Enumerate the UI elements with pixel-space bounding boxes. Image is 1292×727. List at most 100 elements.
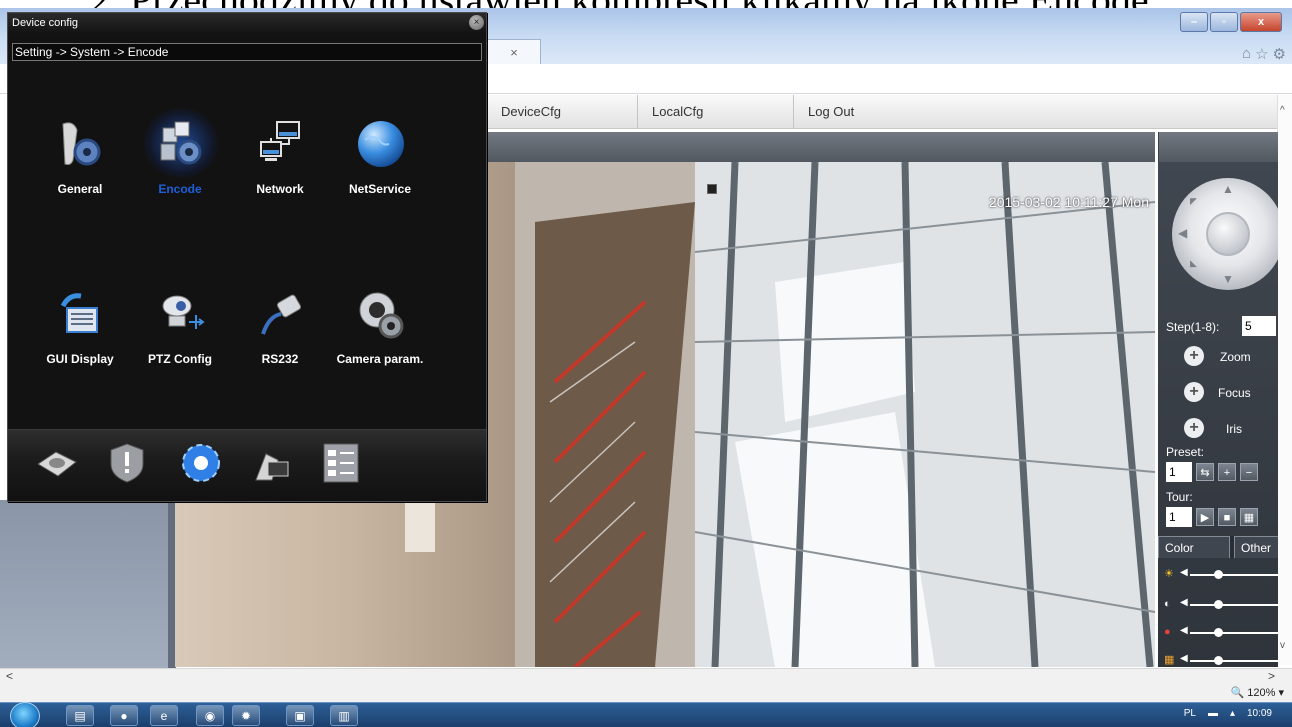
contrast-decrease-icon[interactable]: ◀ (1180, 597, 1188, 608)
zoom-indicator[interactable]: 🔍 120% ▾ (1231, 686, 1285, 699)
serial-cable-icon (261, 294, 302, 335)
chevron-down-icon[interactable]: ▾ (1278, 687, 1284, 699)
preset-label: Preset: (1166, 445, 1205, 459)
focus-near-button[interactable]: + (1184, 382, 1204, 402)
config-label-netservice: NetService (348, 182, 412, 196)
paint-taskbar-icon[interactable]: ✹ (232, 705, 260, 726)
checklist-icon[interactable] (318, 440, 364, 486)
saturation-decrease-icon[interactable]: ◀ (1180, 625, 1188, 636)
system-tray: PL ▬ ▴ 10:09 (1184, 708, 1272, 719)
video-timestamp: 2015-03-02 10:11:27 Mon (988, 194, 1149, 210)
ptz-panel-header (1158, 132, 1278, 162)
scroll-up-icon[interactable]: ^ (1280, 105, 1285, 116)
minimize-button[interactable]: – (1180, 12, 1208, 32)
iris-label: Iris (1226, 422, 1242, 436)
config-item-gui-display[interactable]: GUI Display (30, 288, 130, 398)
scroll-left-icon[interactable]: < (6, 669, 13, 683)
saturation-slider[interactable]: ● ◀ (1164, 625, 1278, 640)
network-icon[interactable]: ▬ (1208, 708, 1218, 719)
ptz-control-panel: ▲ ▼ ◀ ◤ ◣ Step(1-8): 5 + Zoom + Focus + … (1158, 162, 1278, 667)
video-panel-header (487, 132, 1155, 162)
contrast-slider[interactable]: ◐ ◀ (1164, 597, 1278, 612)
close-window-button[interactable]: x (1240, 12, 1282, 32)
camera-gear-icon (359, 292, 404, 339)
preset-input[interactable]: 1 (1166, 462, 1192, 482)
tour-play-button[interactable]: ▶ (1196, 508, 1214, 526)
saturation-icon: ● (1164, 626, 1171, 638)
globe-icon (358, 121, 404, 167)
contrast-icon: ◐ (1164, 598, 1171, 610)
focus-label: Focus (1218, 386, 1251, 400)
app-taskbar-icon[interactable]: ◉ (196, 705, 224, 726)
nav-localcfg[interactable]: LocalCfg (637, 95, 793, 129)
config-item-ptz-config[interactable]: PTZ Config (130, 288, 230, 398)
maximize-button[interactable]: ▫ (1210, 12, 1238, 32)
config-item-camera-param[interactable]: Camera param. (330, 288, 430, 398)
shield-alert-icon[interactable] (104, 440, 150, 486)
tab-color[interactable]: Color (1158, 536, 1230, 558)
dialog-close-button[interactable]: × (469, 15, 484, 30)
iris-open-button[interactable]: + (1184, 418, 1204, 438)
settings-gear-icon[interactable]: ⚙ (1273, 45, 1286, 63)
config-label-gui-display: GUI Display (46, 352, 114, 366)
firefox-taskbar-icon[interactable]: ● (110, 705, 138, 726)
tools-monitor-icon[interactable] (248, 440, 294, 486)
tab-close-button[interactable]: × (487, 39, 541, 67)
nav-devicecfg[interactable]: DeviceCfg (487, 95, 637, 129)
config-item-rs232[interactable]: RS232 (230, 288, 330, 398)
tray-expand-icon[interactable]: ▴ (1230, 708, 1235, 719)
brightness-decrease-icon[interactable]: ◀ (1180, 567, 1188, 578)
document-taskbar-icon[interactable]: ▥ (330, 705, 358, 726)
home-icon[interactable]: ⌂ (1242, 45, 1251, 63)
config-item-network[interactable]: Network (230, 118, 330, 228)
language-indicator[interactable]: PL (1184, 708, 1196, 719)
encode-blocks-icon (160, 121, 202, 165)
pan-down-left-icon[interactable]: ◣ (1190, 258, 1197, 269)
config-label-ptz-config: PTZ Config (148, 352, 212, 366)
clock[interactable]: 10:09 (1247, 708, 1272, 719)
pan-up-left-icon[interactable]: ◤ (1190, 196, 1197, 207)
scroll-right-icon[interactable]: > (1268, 669, 1275, 683)
zoom-in-button[interactable]: + (1184, 346, 1204, 366)
vertical-scrollbar[interactable]: ^ v (1277, 95, 1292, 665)
ptz-center-button[interactable] (1206, 212, 1250, 256)
webapp-nav-bar: DeviceCfg LocalCfg Log Out (487, 95, 1277, 129)
dialog-title: Device config (8, 13, 486, 33)
config-label-general: General (57, 182, 103, 196)
preset-add-button[interactable]: + (1218, 463, 1236, 481)
zoom-label: Zoom (1220, 350, 1251, 364)
pan-up-icon[interactable]: ▲ (1222, 182, 1234, 196)
hue-decrease-icon[interactable]: ◀ (1180, 653, 1188, 664)
nav-logout[interactable]: Log Out (793, 95, 953, 129)
ptz-direction-pad[interactable]: ▲ ▼ ◀ ◤ ◣ (1172, 178, 1278, 290)
explorer-taskbar-icon[interactable]: ▤ (66, 705, 94, 726)
config-item-general[interactable]: General (30, 118, 130, 228)
wrench-gear-icon (62, 122, 101, 166)
preset-goto-button[interactable]: ⇆ (1196, 463, 1214, 481)
tour-label: Tour: (1166, 490, 1193, 504)
browser-toolbar-icons: ⌂ ☆ ⚙ (1242, 45, 1286, 63)
scroll-down-icon[interactable]: v (1280, 640, 1285, 651)
device-config-dialog: Device config × Setting -> System -> Enc… (7, 12, 487, 502)
config-item-netservice[interactable]: NetService (330, 118, 430, 228)
tour-input[interactable]: 1 (1166, 507, 1192, 527)
pan-down-icon[interactable]: ▼ (1222, 272, 1234, 286)
preset-remove-button[interactable]: − (1240, 463, 1258, 481)
horizontal-scrollbar[interactable]: < > (0, 668, 1292, 684)
system-gear-icon[interactable] (178, 440, 224, 486)
config-label-camera-param: Camera param. (336, 352, 424, 366)
start-button[interactable] (10, 702, 40, 727)
tour-stop-button[interactable]: ■ (1218, 508, 1236, 526)
window-taskbar-icon[interactable]: ▣ (286, 705, 314, 726)
dialog-breadcrumb: Setting -> System -> Encode (12, 43, 482, 61)
tab-other[interactable]: Other (1234, 536, 1278, 558)
ie-taskbar-icon[interactable]: e (150, 705, 178, 726)
step-input[interactable]: 5 (1242, 316, 1276, 336)
tour-grid-button[interactable]: ▦ (1240, 508, 1258, 526)
brightness-slider[interactable]: ☀ ◀ (1164, 567, 1278, 582)
favorites-star-icon[interactable]: ☆ (1255, 45, 1268, 63)
config-item-encode[interactable]: Encode (130, 108, 230, 228)
hue-slider[interactable]: ▦ ◀ (1164, 653, 1278, 667)
pan-left-icon[interactable]: ◀ (1178, 226, 1187, 240)
hdd-icon[interactable] (34, 440, 80, 486)
